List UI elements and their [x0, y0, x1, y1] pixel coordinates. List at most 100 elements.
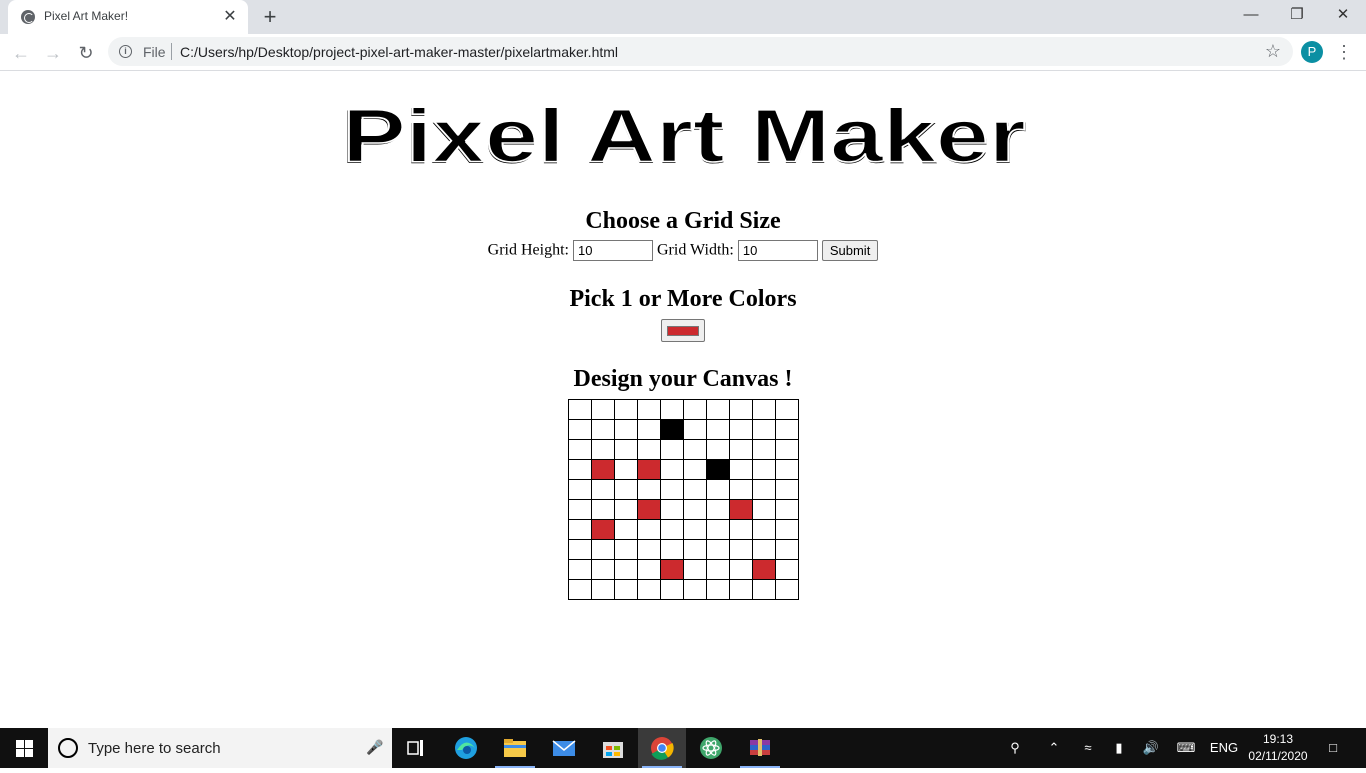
canvas-cell[interactable]: [637, 399, 661, 420]
file-explorer-icon[interactable]: [491, 728, 539, 768]
canvas-cell[interactable]: [775, 439, 799, 460]
canvas-cell[interactable]: [660, 519, 684, 540]
canvas-cell[interactable]: [591, 399, 615, 420]
forward-arrow-icon[interactable]: →: [39, 39, 67, 67]
bookmark-star-icon[interactable]: ☆: [1265, 41, 1281, 62]
canvas-cell[interactable]: [706, 459, 730, 480]
reload-icon[interactable]: ↻: [72, 39, 100, 67]
canvas-cell[interactable]: [775, 519, 799, 540]
canvas-cell[interactable]: [568, 519, 592, 540]
canvas-cell[interactable]: [706, 579, 730, 600]
canvas-cell[interactable]: [637, 499, 661, 520]
canvas-cell[interactable]: [568, 419, 592, 440]
canvas-cell[interactable]: [729, 459, 753, 480]
grid-height-input[interactable]: [573, 240, 653, 261]
canvas-cell[interactable]: [729, 499, 753, 520]
pixel-canvas[interactable]: [568, 399, 799, 600]
notifications-icon[interactable]: □: [1320, 728, 1346, 768]
battery-icon[interactable]: ▮: [1106, 728, 1132, 768]
store-icon[interactable]: [589, 728, 637, 768]
canvas-cell[interactable]: [591, 559, 615, 580]
canvas-cell[interactable]: [752, 419, 776, 440]
canvas-cell[interactable]: [568, 539, 592, 560]
new-tab-button[interactable]: +: [258, 5, 282, 29]
profile-avatar[interactable]: P: [1301, 41, 1323, 63]
minimize-icon[interactable]: —: [1228, 0, 1274, 30]
canvas-cell[interactable]: [637, 459, 661, 480]
canvas-cell[interactable]: [591, 439, 615, 460]
canvas-cell[interactable]: [637, 419, 661, 440]
canvas-cell[interactable]: [660, 499, 684, 520]
canvas-cell[interactable]: [660, 459, 684, 480]
microphone-icon[interactable]: 🎤: [366, 739, 383, 756]
canvas-cell[interactable]: [752, 499, 776, 520]
canvas-cell[interactable]: [591, 579, 615, 600]
canvas-cell[interactable]: [660, 559, 684, 580]
info-icon[interactable]: i: [119, 45, 132, 58]
canvas-cell[interactable]: [752, 579, 776, 600]
url-text[interactable]: C:/Users/hp/Desktop/project-pixel-art-ma…: [180, 44, 618, 60]
canvas-cell[interactable]: [729, 519, 753, 540]
canvas-cell[interactable]: [591, 519, 615, 540]
windows-start-icon[interactable]: [0, 728, 48, 768]
canvas-cell[interactable]: [729, 439, 753, 460]
canvas-cell[interactable]: [729, 419, 753, 440]
taskbar-search[interactable]: Type here to search 🎤: [48, 728, 392, 768]
canvas-cell[interactable]: [568, 399, 592, 420]
canvas-cell[interactable]: [775, 559, 799, 580]
canvas-cell[interactable]: [706, 399, 730, 420]
canvas-cell[interactable]: [683, 579, 707, 600]
address-bar[interactable]: i File C:/Users/hp/Desktop/project-pixel…: [108, 37, 1293, 66]
canvas-cell[interactable]: [752, 479, 776, 500]
canvas-cell[interactable]: [775, 499, 799, 520]
canvas-cell[interactable]: [591, 479, 615, 500]
canvas-cell[interactable]: [568, 499, 592, 520]
canvas-cell[interactable]: [706, 499, 730, 520]
canvas-cell[interactable]: [660, 439, 684, 460]
atom-editor-icon[interactable]: [687, 728, 735, 768]
canvas-cell[interactable]: [683, 439, 707, 460]
keyboard-icon[interactable]: ⌨: [1172, 728, 1200, 768]
canvas-cell[interactable]: [683, 499, 707, 520]
canvas-cell[interactable]: [683, 419, 707, 440]
canvas-cell[interactable]: [683, 559, 707, 580]
canvas-cell[interactable]: [637, 539, 661, 560]
submit-button[interactable]: Submit: [821, 240, 879, 261]
canvas-cell[interactable]: [568, 479, 592, 500]
canvas-cell[interactable]: [637, 559, 661, 580]
canvas-cell[interactable]: [729, 579, 753, 600]
canvas-cell[interactable]: [752, 459, 776, 480]
canvas-cell[interactable]: [752, 439, 776, 460]
canvas-cell[interactable]: [660, 479, 684, 500]
canvas-cell[interactable]: [568, 579, 592, 600]
canvas-cell[interactable]: [637, 479, 661, 500]
canvas-cell[interactable]: [637, 519, 661, 540]
canvas-cell[interactable]: [729, 399, 753, 420]
canvas-cell[interactable]: [614, 579, 638, 600]
canvas-cell[interactable]: [729, 479, 753, 500]
canvas-cell[interactable]: [752, 559, 776, 580]
canvas-cell[interactable]: [660, 419, 684, 440]
canvas-cell[interactable]: [683, 519, 707, 540]
canvas-cell[interactable]: [683, 539, 707, 560]
grid-width-input[interactable]: [737, 240, 818, 261]
canvas-cell[interactable]: [660, 399, 684, 420]
canvas-cell[interactable]: [752, 399, 776, 420]
canvas-cell[interactable]: [614, 519, 638, 540]
wifi-icon[interactable]: ≈: [1076, 728, 1100, 768]
canvas-cell[interactable]: [775, 539, 799, 560]
canvas-cell[interactable]: [591, 499, 615, 520]
chrome-icon[interactable]: [638, 728, 686, 768]
canvas-cell[interactable]: [660, 539, 684, 560]
canvas-cell[interactable]: [614, 419, 638, 440]
canvas-cell[interactable]: [614, 539, 638, 560]
canvas-cell[interactable]: [706, 559, 730, 580]
canvas-cell[interactable]: [706, 419, 730, 440]
canvas-cell[interactable]: [775, 419, 799, 440]
winrar-icon[interactable]: [736, 728, 784, 768]
canvas-cell[interactable]: [706, 439, 730, 460]
clock[interactable]: 19:13 02/11/2020: [1240, 731, 1316, 765]
canvas-cell[interactable]: [568, 559, 592, 580]
canvas-cell[interactable]: [706, 519, 730, 540]
canvas-cell[interactable]: [614, 439, 638, 460]
